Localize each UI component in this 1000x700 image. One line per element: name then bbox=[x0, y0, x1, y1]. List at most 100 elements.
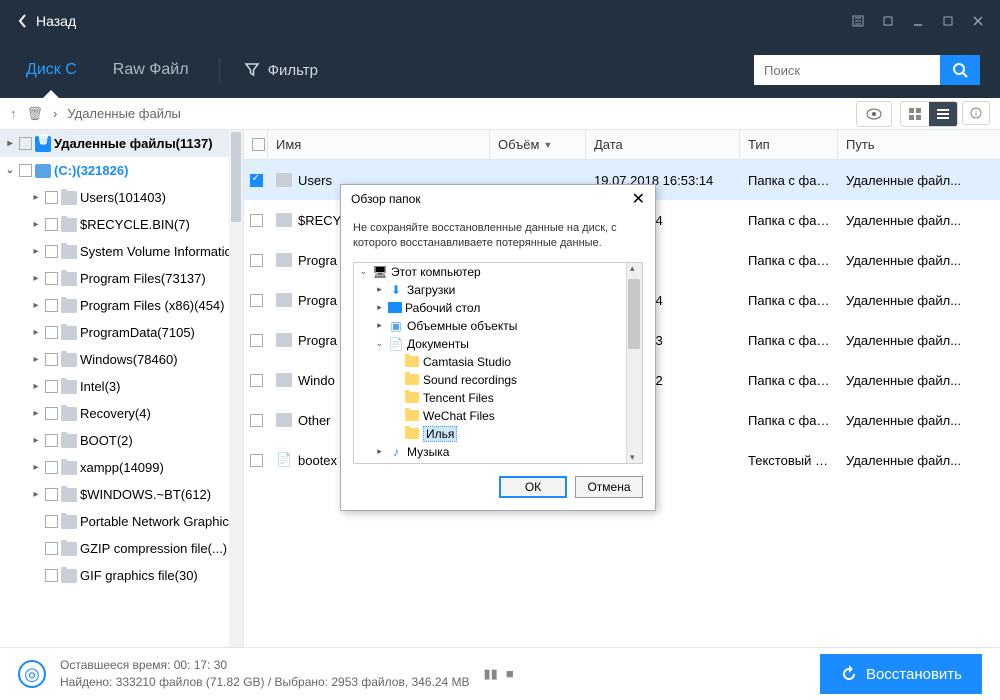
tree-child-item[interactable]: ▸Program Files (x86)(454) bbox=[0, 292, 243, 319]
preview-button[interactable] bbox=[856, 101, 892, 127]
tree-computer[interactable]: ⌄🖥 Этот компьютер bbox=[354, 263, 642, 281]
dialog-tree-scrollbar[interactable] bbox=[626, 263, 642, 463]
tree-deleted-files[interactable]: ▸ Удаленные файлы(1137) bbox=[0, 130, 243, 157]
tree-documents[interactable]: ⌄📄 Документы bbox=[354, 335, 642, 353]
filter-button[interactable]: Фильтр bbox=[244, 62, 318, 79]
tree-item-label: ProgramData(7105) bbox=[80, 325, 195, 340]
tree-downloads[interactable]: ▸⬇ Загрузки bbox=[354, 281, 642, 299]
tree-desktop[interactable]: ▸ Рабочий стол bbox=[354, 299, 642, 317]
recover-button[interactable]: Восстановить bbox=[820, 654, 982, 694]
tab-raw[interactable]: Raw Файл bbox=[107, 42, 195, 98]
info-button[interactable]: i bbox=[962, 101, 990, 125]
tree-item-label: Portable Network Graphics bbox=[80, 514, 235, 529]
trash-icon[interactable]: 🗑 bbox=[27, 106, 44, 122]
tree-doc-child[interactable]: Camtasia Studio bbox=[354, 353, 642, 371]
row-checkbox[interactable] bbox=[250, 414, 263, 427]
tree-deleted-label: Удаленные файлы(1137) bbox=[54, 136, 213, 151]
tree-doc-child[interactable]: Илья bbox=[354, 425, 642, 443]
th-path[interactable]: Путь bbox=[838, 130, 1000, 159]
tree-item-label: Intel(3) bbox=[80, 379, 120, 394]
folder-icon bbox=[61, 353, 77, 367]
cube-icon: ▣ bbox=[388, 319, 404, 333]
dialog-titlebar: Обзор папок ✕ bbox=[341, 185, 655, 213]
tree-child-item[interactable]: ▸$RECYCLE.BIN(7) bbox=[0, 211, 243, 238]
dialog-folder-tree[interactable]: ⌄🖥 Этот компьютер ▸⬇ Загрузки ▸ Рабочий … bbox=[353, 262, 643, 464]
tree-music[interactable]: ▸♪ Музыка bbox=[354, 443, 642, 461]
folder-icon bbox=[61, 569, 77, 583]
tree-doc-child[interactable]: WeChat Files bbox=[354, 407, 642, 425]
sidebar-scrollbar[interactable] bbox=[229, 130, 243, 647]
tree-disk-label: (C:)(321826) bbox=[54, 163, 128, 178]
maximize-button[interactable] bbox=[934, 7, 962, 35]
dialog-cancel-button[interactable]: Отмена bbox=[575, 476, 643, 498]
folder-icon bbox=[405, 374, 419, 385]
tree-child-item[interactable]: GIF graphics file(30) bbox=[0, 562, 243, 589]
th-size[interactable]: Объём▼ bbox=[490, 130, 586, 159]
tree-doc-child[interactable]: Tencent Files bbox=[354, 389, 642, 407]
file-name: Progra bbox=[298, 253, 337, 268]
file-name: Progra bbox=[298, 293, 337, 308]
th-type[interactable]: Тип bbox=[740, 130, 838, 159]
th-date[interactable]: Дата bbox=[586, 130, 740, 159]
tab-disk[interactable]: Диск С bbox=[20, 42, 83, 98]
tree-child-item[interactable]: ▸Program Files(73137) bbox=[0, 265, 243, 292]
close-button[interactable] bbox=[964, 7, 992, 35]
tree-child-item[interactable]: ▸Intel(3) bbox=[0, 373, 243, 400]
stop-button[interactable]: ■ bbox=[506, 666, 514, 682]
folder-icon bbox=[405, 356, 419, 367]
tree-item-label: BOOT(2) bbox=[80, 433, 133, 448]
tree-child-item[interactable]: Portable Network Graphics bbox=[0, 508, 243, 535]
file-name: Windo bbox=[298, 373, 335, 388]
tree-doc-label: Илья bbox=[423, 426, 457, 442]
pause-button[interactable]: ▮▮ bbox=[484, 666, 498, 682]
tree-disk-root[interactable]: ⌄ (C:)(321826) bbox=[0, 157, 243, 184]
tree-child-item[interactable]: ▸System Volume Information bbox=[0, 238, 243, 265]
documents-icon: 📄 bbox=[388, 337, 404, 351]
file-name: Progra bbox=[298, 333, 337, 348]
file-type: Папка с фай... bbox=[740, 333, 838, 348]
search-button[interactable] bbox=[940, 55, 980, 85]
footer-status: Оставшееся время: 00: 17: 30 Найдено: 33… bbox=[60, 657, 470, 691]
row-checkbox[interactable] bbox=[250, 294, 263, 307]
th-name[interactable]: Имя bbox=[268, 130, 490, 159]
tree-child-item[interactable]: ▸xampp(14099) bbox=[0, 454, 243, 481]
tree-child-item[interactable]: ▸ProgramData(7105) bbox=[0, 319, 243, 346]
folder-icon bbox=[276, 333, 292, 347]
minimize-button[interactable] bbox=[904, 7, 932, 35]
tree-child-item[interactable]: ▸Windows(78460) bbox=[0, 346, 243, 373]
row-checkbox[interactable] bbox=[250, 374, 263, 387]
row-checkbox[interactable] bbox=[250, 254, 263, 267]
file-type: Папка с фай... bbox=[740, 173, 838, 188]
folder-icon bbox=[276, 413, 292, 427]
up-button[interactable]: ↑ bbox=[10, 106, 17, 121]
row-checkbox[interactable] bbox=[250, 174, 263, 187]
window-aux1-button[interactable] bbox=[844, 7, 872, 35]
tree-3dobjects[interactable]: ▸▣ Объемные объекты bbox=[354, 317, 642, 335]
deleted-icon bbox=[35, 136, 51, 152]
folder-icon bbox=[276, 373, 292, 387]
disk-icon bbox=[35, 164, 51, 178]
dialog-ok-button[interactable]: ОК bbox=[499, 476, 567, 498]
tree-child-item[interactable]: GZIP compression file(...) bbox=[0, 535, 243, 562]
search-input[interactable] bbox=[754, 55, 940, 85]
view-list-button[interactable] bbox=[929, 102, 957, 126]
th-checkbox[interactable] bbox=[244, 130, 268, 159]
back-button[interactable]: Назад bbox=[8, 13, 86, 29]
tab-disk-label: Диск С bbox=[26, 61, 77, 79]
file-path: Удаленные файл... bbox=[838, 173, 1000, 188]
tree-child-item[interactable]: ▸$WINDOWS.~BT(612) bbox=[0, 481, 243, 508]
row-checkbox[interactable] bbox=[250, 214, 263, 227]
tree-doc-child[interactable]: Sound recordings bbox=[354, 371, 642, 389]
filter-label: Фильтр bbox=[268, 62, 318, 79]
tree-child-item[interactable]: ▸BOOT(2) bbox=[0, 427, 243, 454]
tree-item-label: GZIP compression file(...) bbox=[80, 541, 227, 556]
tree-child-item[interactable]: ▸Recovery(4) bbox=[0, 400, 243, 427]
row-checkbox[interactable] bbox=[250, 334, 263, 347]
dialog-close-button[interactable]: ✕ bbox=[632, 189, 645, 209]
view-grid-button[interactable] bbox=[901, 102, 929, 126]
window-aux2-button[interactable] bbox=[874, 7, 902, 35]
file-type: Текстовый д... bbox=[740, 453, 838, 468]
file-path: Удаленные файл... bbox=[838, 293, 1000, 308]
tree-child-item[interactable]: ▸Users(101403) bbox=[0, 184, 243, 211]
row-checkbox[interactable] bbox=[250, 454, 263, 467]
